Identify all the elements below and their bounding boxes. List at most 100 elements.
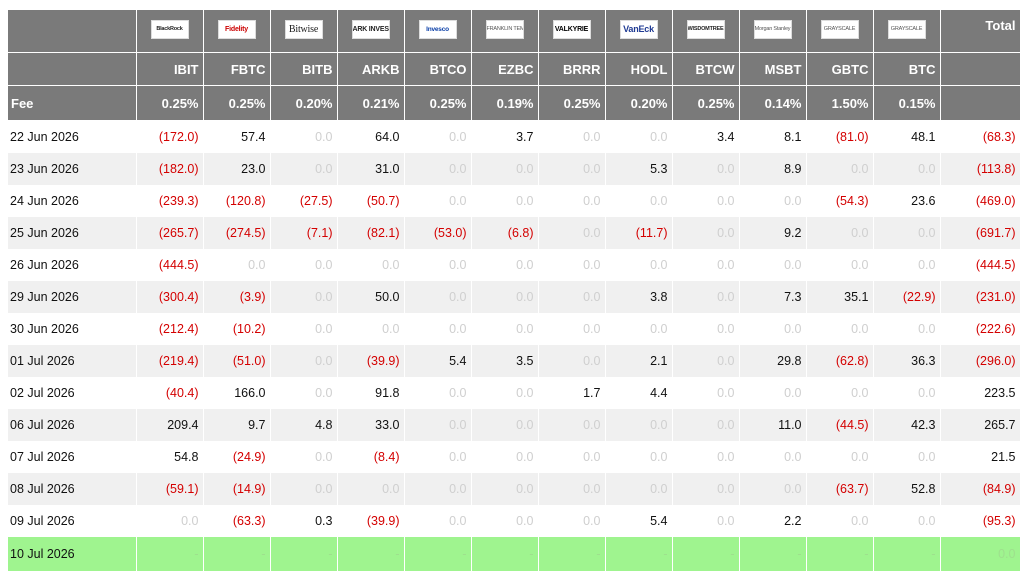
flow-cell: 0.0 bbox=[270, 120, 338, 153]
row-total: (95.3) bbox=[940, 505, 1021, 537]
flow-cell: 0.0 bbox=[739, 377, 807, 409]
flow-cell: 31.0 bbox=[337, 153, 405, 185]
flow-cell: (239.3) bbox=[136, 185, 204, 217]
flow-cell: 3.4 bbox=[672, 120, 740, 153]
flow-cell: 0.0 bbox=[404, 377, 472, 409]
flow-cell: 0.0 bbox=[672, 377, 740, 409]
flow-cell: 2.2 bbox=[739, 505, 807, 537]
row-date: 23 Jun 2026 bbox=[8, 153, 137, 185]
header-blank-cell bbox=[940, 52, 1021, 86]
flow-cell: 0.0 bbox=[538, 217, 606, 249]
flow-cell: 0.0 bbox=[672, 185, 740, 217]
table-row: 22 Jun 2026 (172.0) 57.4 0.0 64.0 0.0 3.7 0.0 0.… bbox=[8, 120, 1021, 153]
ticker-gbtc: GBTC bbox=[806, 52, 874, 86]
flow-cell: 0.0 bbox=[605, 120, 673, 153]
flow-cell: (40.4) bbox=[136, 377, 204, 409]
flow-cell: - bbox=[203, 537, 271, 571]
flow-cell: 0.0 bbox=[739, 185, 807, 217]
flow-cell: 11.0 bbox=[739, 409, 807, 441]
flow-cell: 36.3 bbox=[873, 345, 941, 377]
flow-cell: 8.1 bbox=[739, 120, 807, 153]
flow-cell: 0.0 bbox=[270, 441, 338, 473]
flow-cell: (300.4) bbox=[136, 281, 204, 313]
flow-cell: 0.0 bbox=[404, 120, 472, 153]
flow-cell: 0.0 bbox=[538, 281, 606, 313]
flow-cell: 0.0 bbox=[806, 377, 874, 409]
fee-value: 0.25% bbox=[404, 85, 472, 121]
flow-cell: 8.9 bbox=[739, 153, 807, 185]
fee-value: 0.20% bbox=[270, 85, 338, 121]
flow-cell: 0.0 bbox=[605, 441, 673, 473]
flow-cell: 0.0 bbox=[806, 313, 874, 345]
flow-cell: (8.4) bbox=[337, 441, 405, 473]
ticker-ibit: IBIT bbox=[136, 52, 204, 86]
flow-cell: 33.0 bbox=[337, 409, 405, 441]
flow-cell: 23.0 bbox=[203, 153, 271, 185]
flow-cell: 0.0 bbox=[672, 505, 740, 537]
flow-cell: 52.8 bbox=[873, 473, 941, 505]
flow-cell: 166.0 bbox=[203, 377, 271, 409]
flow-cell: 0.0 bbox=[605, 313, 673, 345]
flow-cell: (62.8) bbox=[806, 345, 874, 377]
table-row: 24 Jun 2026 (239.3) (120.8) (27.5) (50.7) 0.0… bbox=[8, 185, 1021, 217]
flow-cell: 0.0 bbox=[806, 153, 874, 185]
flow-cell: 0.0 bbox=[270, 281, 338, 313]
flow-cell: 3.8 bbox=[605, 281, 673, 313]
row-total: 0.0 bbox=[940, 537, 1021, 571]
row-total: (296.0) bbox=[940, 345, 1021, 377]
flow-cell: - bbox=[337, 537, 405, 571]
flow-cell: - bbox=[672, 537, 740, 571]
flow-cell: (39.9) bbox=[337, 505, 405, 537]
table-row: 02 Jul 2026 (40.4) 166.0 0.0 91.8 0.0 0.0 1.7 4.… bbox=[8, 377, 1021, 409]
flow-cell: 0.0 bbox=[538, 249, 606, 281]
table-row: 09 Jul 2026 0.0 (63.3) 0.3 (39.9) 0.0 0.0 0.0 5.… bbox=[8, 505, 1021, 537]
fee-value: 0.19% bbox=[471, 85, 539, 121]
row-date: 10 Jul 2026 bbox=[8, 537, 137, 571]
flow-cell: 0.0 bbox=[538, 505, 606, 537]
flow-cell: 48.1 bbox=[873, 120, 941, 153]
flow-cell: 0.0 bbox=[806, 441, 874, 473]
fidelity-logo: Fidelity bbox=[217, 20, 256, 39]
fee-value: 0.15% bbox=[873, 85, 941, 121]
ticker-arkb: ARKB bbox=[337, 52, 405, 86]
flow-cell: (51.0) bbox=[203, 345, 271, 377]
flow-cell: 0.0 bbox=[672, 473, 740, 505]
flow-cell: 0.0 bbox=[672, 217, 740, 249]
flow-cell: 0.0 bbox=[739, 473, 807, 505]
row-date: 09 Jul 2026 bbox=[8, 505, 137, 537]
flow-cell: 0.0 bbox=[404, 409, 472, 441]
table-row: 07 Jul 2026 54.8 (24.9) 0.0 (8.4) 0.0 0.0 0.0 0.… bbox=[8, 441, 1021, 473]
flow-cell: 0.0 bbox=[404, 313, 472, 345]
flow-cell: - bbox=[873, 537, 941, 571]
ticker-brrr: BRRR bbox=[538, 52, 606, 86]
flow-cell: 0.0 bbox=[270, 249, 338, 281]
fund-logo-cell: FRANKLIN TEMPLETON bbox=[471, 10, 539, 53]
fee-value: 0.25% bbox=[672, 85, 740, 121]
flow-cell: 0.0 bbox=[672, 313, 740, 345]
flow-cell: (219.4) bbox=[136, 345, 204, 377]
flow-cell: (59.1) bbox=[136, 473, 204, 505]
table-row: 25 Jun 2026 (265.7) (274.5) (7.1) (82.1) (53.… bbox=[8, 217, 1021, 249]
fund-logo-cell: ARK INVEST bbox=[337, 10, 405, 53]
flow-cell: 0.0 bbox=[672, 153, 740, 185]
flow-cell: (54.3) bbox=[806, 185, 874, 217]
flow-cell: 0.0 bbox=[538, 120, 606, 153]
row-total: (691.7) bbox=[940, 217, 1021, 249]
flow-cell: - bbox=[270, 537, 338, 571]
flow-cell: 0.0 bbox=[873, 153, 941, 185]
flow-cell: 0.0 bbox=[270, 313, 338, 345]
flow-cell: 0.0 bbox=[605, 249, 673, 281]
flow-cell: 0.0 bbox=[471, 409, 539, 441]
flow-cell: 0.0 bbox=[538, 153, 606, 185]
flow-cell: 0.0 bbox=[672, 409, 740, 441]
flow-cell: 0.0 bbox=[471, 505, 539, 537]
row-date: 08 Jul 2026 bbox=[8, 473, 137, 505]
row-date: 30 Jun 2026 bbox=[8, 313, 137, 345]
flow-cell: (50.7) bbox=[337, 185, 405, 217]
flow-cell: - bbox=[739, 537, 807, 571]
flow-cell: 91.8 bbox=[337, 377, 405, 409]
blackrock-logo: BlackRock bbox=[150, 20, 189, 39]
flow-cell: 0.0 bbox=[538, 345, 606, 377]
ticker-btcw: BTCW bbox=[672, 52, 740, 86]
table-row: 30 Jun 2026 (212.4) (10.2) 0.0 0.0 0.0 0.0 0.0 0… bbox=[8, 313, 1021, 345]
